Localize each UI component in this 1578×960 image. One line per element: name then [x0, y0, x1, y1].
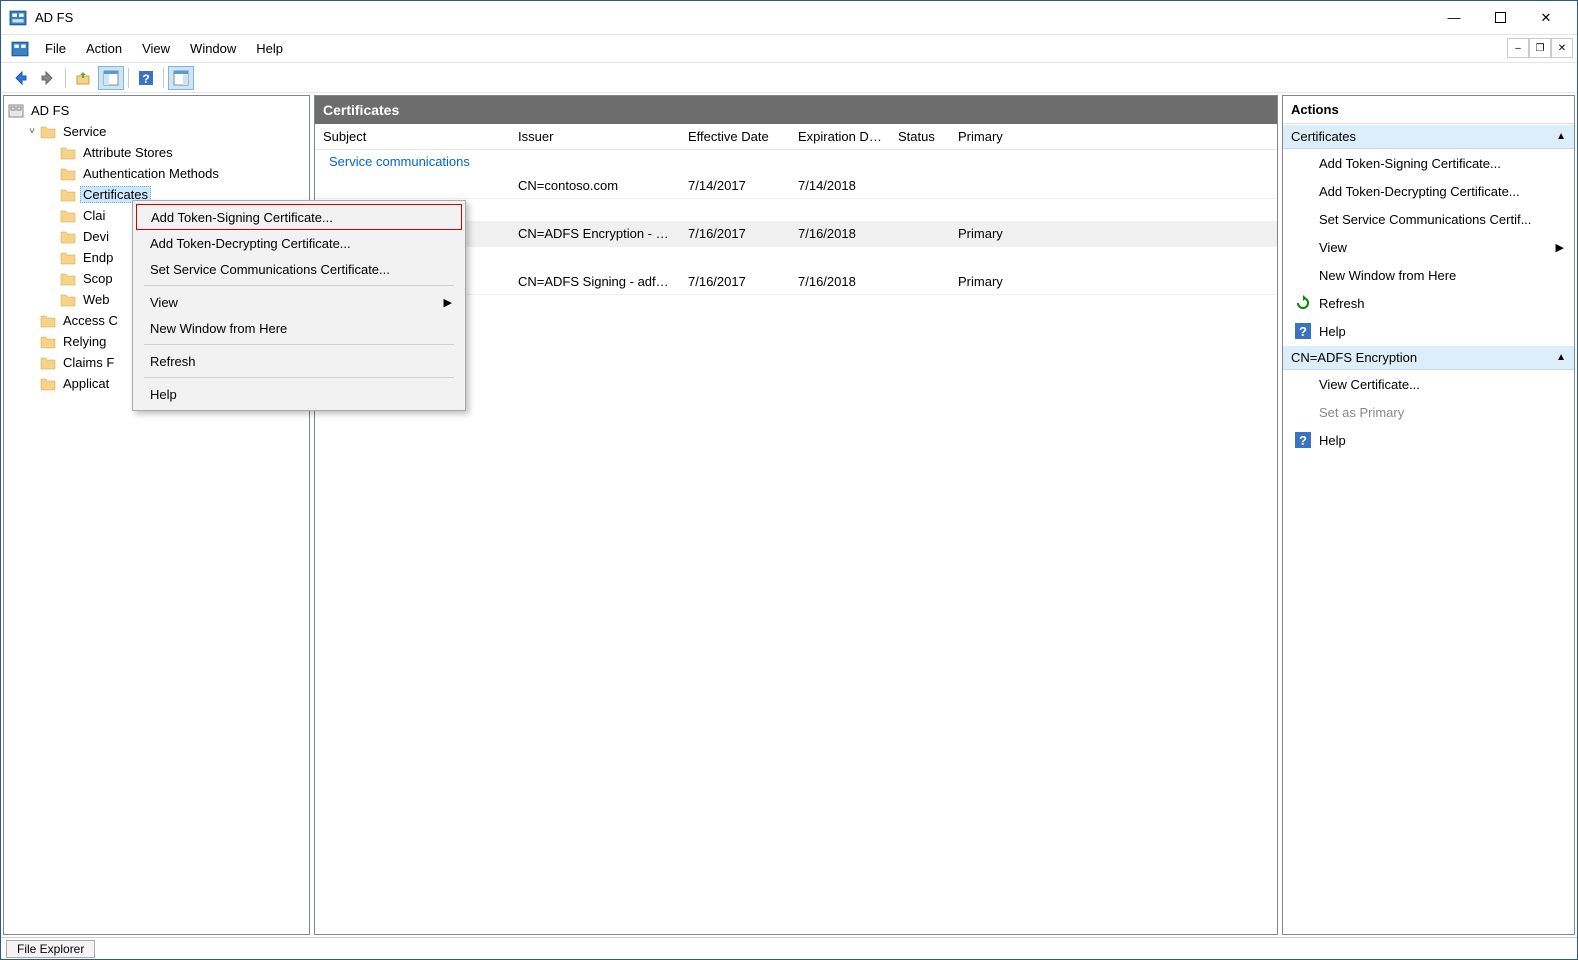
tree-item-label: Authentication Methods — [80, 165, 222, 182]
statusbar — [1, 937, 1577, 959]
col-status[interactable]: Status — [890, 129, 950, 144]
tree-root[interactable]: AD FS — [4, 100, 309, 121]
action-refresh[interactable]: Refresh — [1283, 289, 1574, 317]
col-effective-date[interactable]: Effective Date — [680, 129, 790, 144]
col-expiration-date[interactable]: Expiration Date — [790, 129, 890, 144]
adfs-root-icon — [8, 103, 24, 119]
tree-item-label: Applicat — [60, 375, 112, 392]
col-primary[interactable]: Primary — [950, 129, 1030, 144]
actions-title: Actions — [1283, 96, 1574, 124]
app-icon — [9, 9, 27, 27]
action-view-certificate[interactable]: View Certificate... — [1283, 370, 1574, 398]
back-button[interactable] — [7, 66, 33, 90]
context-menu-item[interactable]: Help — [136, 381, 462, 407]
action-view[interactable]: View ▶ — [1283, 233, 1574, 261]
mdi-close[interactable]: ✕ — [1551, 38, 1573, 58]
group-service-communications[interactable]: Service communications — [315, 150, 1277, 173]
tree-item[interactable]: Authentication Methods — [4, 163, 309, 184]
context-menu: Add Token-Signing Certificate...Add Toke… — [132, 200, 466, 411]
tree-item-label: Clai — [80, 207, 108, 224]
tree-item-label: Web — [80, 291, 113, 308]
expand-icon[interactable]: ˅ — [24, 126, 40, 137]
svg-text:?: ? — [1299, 433, 1307, 448]
tree-item-label: Claims F — [60, 354, 117, 371]
action-set-as-primary: Set as Primary — [1283, 398, 1574, 426]
help-icon: ? — [1295, 432, 1311, 448]
tree-item-label: Access C — [60, 312, 121, 329]
context-menu-item[interactable]: Set Service Communications Certificate..… — [136, 256, 462, 282]
context-menu-item[interactable]: View▶ — [136, 289, 462, 315]
tree-item-label: Scop — [80, 270, 116, 287]
collapse-icon: ▲ — [1556, 131, 1566, 142]
certificate-row[interactable]: CN=contoso.com7/14/20177/14/2018 — [315, 173, 1277, 199]
action-help-1[interactable]: ? Help — [1283, 317, 1574, 345]
actions-section-selected-cert[interactable]: CN=ADFS Encryption ▲ — [1283, 346, 1574, 370]
action-set-service-comm[interactable]: Set Service Communications Certif... — [1283, 205, 1574, 233]
actions-pane: Actions Certificates ▲ Add Token-Signing… — [1282, 95, 1575, 935]
forward-button[interactable] — [35, 66, 61, 90]
tree-item-label: Endp — [80, 249, 116, 266]
col-issuer[interactable]: Issuer — [510, 129, 680, 144]
context-menu-separator — [144, 344, 454, 345]
svg-text:?: ? — [142, 72, 149, 86]
list-title: Certificates — [315, 96, 1277, 124]
context-menu-item[interactable]: New Window from Here — [136, 315, 462, 341]
menu-action[interactable]: Action — [76, 37, 132, 60]
menubar: File Action View Window Help – ❐ ✕ — [1, 35, 1577, 63]
action-new-window[interactable]: New Window from Here — [1283, 261, 1574, 289]
up-button[interactable] — [70, 66, 96, 90]
tree-item-label: Devi — [80, 228, 112, 245]
toolbar: ? — [1, 63, 1577, 93]
tree-item-label: Attribute Stores — [80, 144, 176, 161]
context-menu-separator — [144, 285, 454, 286]
close-button[interactable]: ✕ — [1523, 3, 1569, 33]
help-button[interactable]: ? — [133, 66, 159, 90]
menu-window[interactable]: Window — [180, 37, 246, 60]
tree-item-label: Relying — [60, 333, 109, 350]
menu-app-icon — [11, 40, 29, 58]
maximize-button[interactable] — [1477, 3, 1523, 33]
menu-file[interactable]: File — [35, 37, 76, 60]
refresh-icon — [1295, 295, 1311, 311]
action-add-token-decrypting[interactable]: Add Token-Decrypting Certificate... — [1283, 177, 1574, 205]
chevron-right-icon: ▶ — [1556, 241, 1564, 254]
taskbar-file-explorer[interactable]: File Explorer — [6, 940, 95, 958]
context-menu-separator — [144, 377, 454, 378]
app-window: AD FS — ✕ File Action View Window Help –… — [0, 0, 1578, 960]
collapse-icon: ▲ — [1556, 352, 1566, 363]
tree-item[interactable]: ˅ Service — [4, 121, 309, 142]
actions-section-certificates[interactable]: Certificates ▲ — [1283, 125, 1574, 149]
tree-item[interactable]: Attribute Stores — [4, 142, 309, 163]
action-add-token-signing[interactable]: Add Token-Signing Certificate... — [1283, 149, 1574, 177]
minimize-button[interactable]: — — [1431, 3, 1477, 33]
properties-button[interactable] — [168, 66, 194, 90]
column-headers: Subject Issuer Effective Date Expiration… — [315, 124, 1277, 150]
menu-view[interactable]: View — [132, 37, 180, 60]
col-subject[interactable]: Subject — [315, 129, 510, 144]
context-menu-item[interactable]: Add Token-Decrypting Certificate... — [136, 230, 462, 256]
show-hide-tree-button[interactable] — [98, 66, 124, 90]
window-title: AD FS — [35, 10, 1431, 25]
help-icon: ? — [1295, 323, 1311, 339]
action-help-2[interactable]: ? Help — [1283, 426, 1574, 454]
context-menu-item[interactable]: Refresh — [136, 348, 462, 374]
mdi-minimize[interactable]: – — [1507, 38, 1529, 58]
titlebar: AD FS — ✕ — [1, 1, 1577, 35]
menu-help[interactable]: Help — [246, 37, 293, 60]
mdi-restore[interactable]: ❐ — [1529, 38, 1551, 58]
svg-text:?: ? — [1299, 324, 1307, 339]
chevron-right-icon: ▶ — [444, 296, 452, 309]
context-menu-item[interactable]: Add Token-Signing Certificate... — [136, 204, 462, 230]
tree-item-label: Service — [60, 123, 109, 140]
